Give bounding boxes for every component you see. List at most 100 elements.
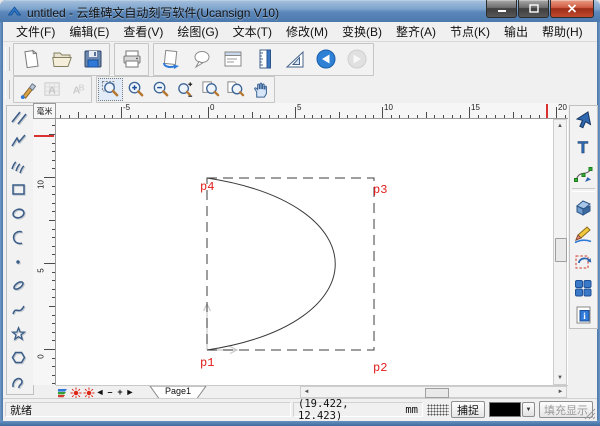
current-color-swatch[interactable] bbox=[489, 402, 521, 417]
save-file-button[interactable] bbox=[77, 45, 108, 74]
polyline-tool[interactable] bbox=[7, 130, 31, 154]
menu-text[interactable]: 文本(T) bbox=[226, 21, 279, 42]
horizontal-scrollbar[interactable]: ◄ ► bbox=[300, 386, 567, 398]
vertical-scrollbar[interactable]: ▲ ▼ bbox=[553, 119, 567, 385]
menu-view[interactable]: 查看(V) bbox=[116, 21, 170, 42]
measure-ruler-button[interactable] bbox=[248, 45, 279, 74]
print-button[interactable] bbox=[116, 45, 147, 74]
star-tool[interactable] bbox=[7, 322, 31, 346]
transform-select-icon bbox=[573, 251, 593, 271]
menu-align[interactable]: 整齐(A) bbox=[389, 21, 443, 42]
forward-button[interactable] bbox=[341, 45, 372, 74]
zoom-dynamic-button[interactable] bbox=[173, 78, 198, 101]
export-page-button[interactable] bbox=[155, 45, 186, 74]
export-page-icon bbox=[160, 48, 182, 70]
minimize-button[interactable] bbox=[486, 0, 517, 18]
spline-tool[interactable] bbox=[7, 298, 31, 322]
maximize-button[interactable] bbox=[518, 0, 549, 18]
solid-model-tool[interactable] bbox=[570, 193, 595, 220]
new-document-icon bbox=[20, 48, 42, 70]
node-edit-tool[interactable] bbox=[570, 160, 595, 187]
zoom-window-button[interactable] bbox=[98, 78, 123, 101]
shape-tools-button[interactable]: A B bbox=[65, 78, 90, 101]
menu-edit[interactable]: 编辑(E) bbox=[62, 21, 116, 42]
snap-object-icon[interactable] bbox=[82, 387, 95, 399]
vertical-scroll-thumb[interactable] bbox=[555, 238, 567, 262]
block-array-icon bbox=[573, 278, 593, 298]
multiline-icon bbox=[10, 157, 28, 175]
printer-icon bbox=[121, 48, 143, 70]
transform-select-tool[interactable] bbox=[570, 247, 595, 274]
solid-model-icon bbox=[573, 197, 593, 217]
polygon-tool[interactable] bbox=[7, 346, 31, 370]
line-tool[interactable] bbox=[7, 106, 31, 130]
page-last-button[interactable]: ► bbox=[125, 387, 135, 398]
block-array-tool[interactable] bbox=[570, 274, 595, 301]
left-tool-panel bbox=[3, 103, 33, 398]
page-tab-label: Page1 bbox=[149, 386, 207, 396]
drawing-canvas[interactable]: p1p2p3p4 ▲ ▼ bbox=[56, 119, 568, 385]
select-tool[interactable] bbox=[570, 106, 595, 133]
menu-modify[interactable]: 修改(M) bbox=[279, 21, 335, 42]
zoom-out-button[interactable] bbox=[148, 78, 173, 101]
open-file-button[interactable] bbox=[46, 45, 77, 74]
new-document-button[interactable] bbox=[15, 45, 46, 74]
zoom-in-button[interactable] bbox=[123, 78, 148, 101]
grid-toggle-icon[interactable] bbox=[427, 404, 449, 416]
page-remove-button[interactable]: – bbox=[105, 387, 115, 398]
zoom-all-button[interactable] bbox=[223, 78, 248, 101]
page-first-button[interactable]: ◄ bbox=[95, 387, 105, 398]
point-tool[interactable] bbox=[7, 250, 31, 274]
back-button[interactable] bbox=[310, 45, 341, 74]
menu-output[interactable]: 输出 bbox=[497, 21, 535, 42]
close-button[interactable] bbox=[550, 0, 594, 18]
page-add-button[interactable]: + bbox=[115, 387, 125, 398]
arc-tool[interactable] bbox=[7, 226, 31, 250]
toolbar-grip[interactable] bbox=[5, 47, 10, 71]
svg-text:T: T bbox=[577, 138, 588, 157]
menu-file[interactable]: 文件(F) bbox=[9, 21, 62, 42]
toolbar-grip-2[interactable] bbox=[5, 80, 10, 99]
scroll-right-arrow[interactable]: ► bbox=[555, 387, 566, 397]
text-frame-button[interactable]: A bbox=[40, 78, 65, 101]
color-dropdown-button[interactable]: ▼ bbox=[522, 402, 535, 417]
maximize-icon bbox=[529, 4, 539, 13]
line-icon bbox=[10, 109, 28, 127]
zoom-window-icon bbox=[101, 80, 120, 99]
menu-node[interactable]: 节点(K) bbox=[443, 21, 497, 42]
panel-options-button[interactable] bbox=[217, 45, 248, 74]
color-combo[interactable]: ▼ bbox=[489, 402, 535, 417]
snap-grid-icon[interactable] bbox=[69, 387, 82, 399]
paint-fill-button[interactable] bbox=[15, 78, 40, 101]
back-arrow-icon bbox=[315, 48, 337, 70]
protractor-button[interactable] bbox=[279, 45, 310, 74]
menu-transform[interactable]: 变换(B) bbox=[335, 21, 389, 42]
layers-icon[interactable] bbox=[56, 387, 69, 399]
horizontal-scroll-thumb[interactable] bbox=[425, 388, 449, 398]
object-info-tool[interactable]: i bbox=[570, 301, 595, 328]
protractor-icon bbox=[284, 48, 306, 70]
pan-button[interactable] bbox=[248, 78, 273, 101]
color-draw-tool[interactable] bbox=[570, 220, 595, 247]
zoom-in-icon bbox=[126, 80, 145, 99]
scroll-down-arrow[interactable]: ▼ bbox=[554, 372, 566, 384]
scroll-left-arrow[interactable]: ◄ bbox=[301, 387, 312, 397]
star-icon bbox=[10, 325, 28, 343]
menu-help[interactable]: 帮助(H) bbox=[535, 21, 590, 42]
rotated-ellipse-tool[interactable] bbox=[7, 274, 31, 298]
ellipse-tool[interactable] bbox=[7, 202, 31, 226]
zoom-page-button[interactable] bbox=[198, 78, 223, 101]
forward-arrow-icon bbox=[346, 48, 368, 70]
multiline-tool[interactable] bbox=[7, 154, 31, 178]
freehand-tool[interactable] bbox=[7, 370, 31, 394]
resize-grip[interactable] bbox=[583, 407, 596, 420]
text-tool[interactable]: T bbox=[570, 133, 595, 160]
shapes-icon: A B bbox=[68, 80, 87, 99]
save-floppy-icon bbox=[82, 48, 104, 70]
scroll-up-arrow[interactable]: ▲ bbox=[554, 120, 566, 132]
snap-button[interactable]: 捕捉 bbox=[451, 401, 485, 418]
rectangle-tool[interactable] bbox=[7, 178, 31, 202]
find-button[interactable] bbox=[186, 45, 217, 74]
menu-draw[interactable]: 绘图(G) bbox=[170, 21, 225, 42]
status-ready-cell: 就绪 bbox=[5, 402, 291, 417]
